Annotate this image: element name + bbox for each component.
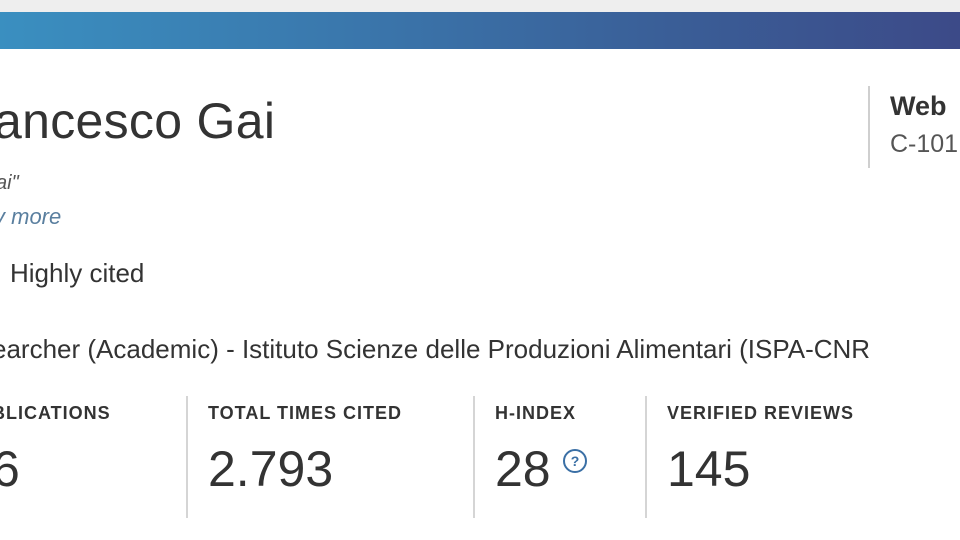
metric-value-publications: 6 <box>0 441 20 497</box>
header-gradient-bar <box>0 12 960 49</box>
researcher-alias: ai" <box>0 172 19 194</box>
help-icon[interactable]: ? <box>563 449 587 473</box>
metric-label-publications: BLICATIONS <box>0 403 111 423</box>
identifier-title: Web <box>890 91 947 121</box>
metric-label-h-index: H-INDEX <box>495 403 577 423</box>
metric-label-verified-reviews: VERIFIED REVIEWS <box>667 403 855 423</box>
researcher-name: ancesco Gai <box>0 93 276 149</box>
highly-cited-badge: Highly cited <box>10 258 145 288</box>
identifier-id: C-101 <box>890 130 959 158</box>
metric-divider <box>473 396 475 518</box>
metric-value-times-cited[interactable]: 2.793 <box>208 440 333 498</box>
metric-divider <box>186 396 188 518</box>
metric-label-times-cited: TOTAL TIMES CITED <box>208 403 403 423</box>
metric-value-h-index: 28 <box>495 441 551 497</box>
view-more-link[interactable]: v more <box>0 204 61 230</box>
affiliation-text: earcher (Academic) - Istituto Scienze de… <box>0 334 871 364</box>
identifier-panel: Web C-101 <box>868 86 960 168</box>
metric-value-verified-reviews[interactable]: 145 <box>667 440 750 498</box>
metric-divider <box>645 396 647 518</box>
browser-top-strip <box>0 0 960 12</box>
